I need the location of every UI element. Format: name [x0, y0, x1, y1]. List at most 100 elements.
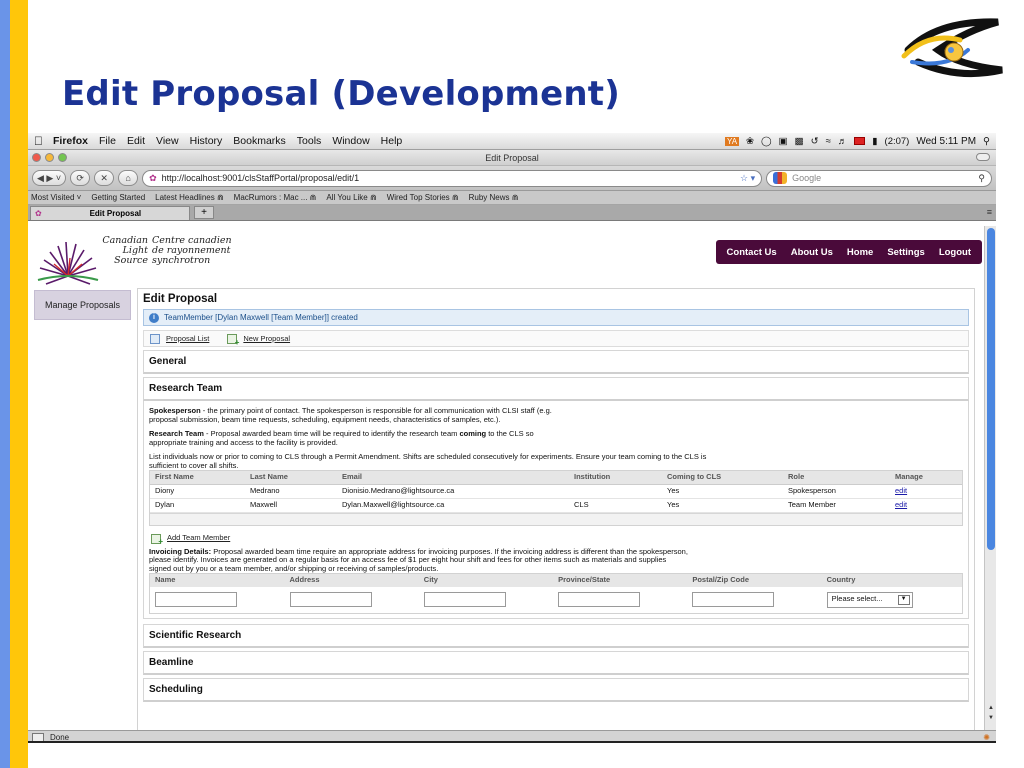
scroll-down-arrow[interactable]: ▼: [987, 714, 995, 722]
display-icon[interactable]: ▩: [795, 136, 804, 147]
section-beamline[interactable]: Beamline: [143, 650, 969, 675]
url-bar[interactable]: ✿ http://localhost:9001/clsStaffPortal/p…: [142, 169, 763, 187]
search-icon[interactable]: ⚲: [978, 173, 985, 184]
menu-bookmarks[interactable]: Bookmarks: [233, 135, 286, 147]
menu-history[interactable]: History: [190, 135, 223, 147]
city-cell: [419, 587, 553, 614]
bookmark-ruby-news[interactable]: Ruby News ⋒: [469, 193, 519, 202]
status-text: Done: [50, 732, 70, 742]
menu-tools[interactable]: Tools: [297, 135, 322, 147]
spokesperson-text: - the primary point of contact. The spok…: [149, 406, 552, 424]
col-email[interactable]: Email: [337, 471, 569, 485]
spotlight-icon[interactable]: ⚲: [983, 136, 990, 147]
reload-button[interactable]: ⟳: [70, 170, 91, 186]
cell-manage: edit: [890, 498, 962, 513]
nav-logout[interactable]: Logout: [939, 247, 971, 258]
scrollbar-thumb[interactable]: [987, 228, 995, 550]
edit-link[interactable]: edit: [895, 486, 907, 495]
city-input[interactable]: [423, 592, 506, 607]
clock[interactable]: Wed 5:11 PM: [916, 136, 976, 147]
bookmark-star-icon[interactable]: ☆ ▾: [740, 173, 755, 184]
section-scientific-research[interactable]: Scientific Research: [143, 623, 969, 648]
postal-code-input[interactable]: [692, 592, 775, 607]
name-input[interactable]: [155, 592, 237, 607]
country-cell: Please select... ▼: [822, 587, 963, 614]
panel-title: Edit Proposal: [143, 293, 218, 305]
new-tab-button[interactable]: +: [194, 206, 214, 219]
search-bar[interactable]: Google ⚲: [766, 169, 992, 187]
table-row: Dylan Maxwell Dylan.Maxwell@lightsource.…: [150, 498, 962, 513]
country-select[interactable]: Please select... ▼: [826, 591, 913, 608]
sidebar-item-manage-proposals[interactable]: Manage Proposals: [34, 290, 131, 320]
col-first-name[interactable]: First Name: [150, 471, 245, 485]
stop-button[interactable]: ✕: [94, 170, 115, 186]
section-general[interactable]: General: [143, 350, 969, 374]
chat-icon[interactable]: ◯: [761, 136, 772, 147]
home-button[interactable]: ⌂: [118, 170, 139, 186]
section-research-team[interactable]: Research Team: [143, 377, 969, 401]
nav-home[interactable]: Home: [847, 247, 873, 258]
invoicing-header: Name Address City Province/State Postal/…: [149, 573, 963, 587]
volume-icon[interactable]: ♬: [838, 136, 848, 147]
app-status-icon[interactable]: YA: [724, 136, 740, 146]
nav-contact-us[interactable]: Contact Us: [727, 247, 777, 258]
slide-title: Edit Proposal (Development): [62, 74, 620, 114]
flag-icon[interactable]: [854, 137, 866, 145]
section-scheduling[interactable]: Scheduling: [143, 677, 969, 702]
menu-view[interactable]: View: [156, 135, 179, 147]
addon-icon[interactable]: ✺: [983, 733, 990, 742]
apple-icon[interactable]: : [34, 134, 43, 148]
new-proposal-link[interactable]: New Proposal: [243, 334, 290, 343]
bookmark-most-visited[interactable]: Most Visited ˅: [31, 193, 81, 202]
nav-about-us[interactable]: About Us: [791, 247, 833, 258]
battery-icon[interactable]: ▮: [872, 136, 877, 147]
vertical-scrollbar[interactable]: ▲ ▼: [984, 226, 996, 730]
menu-firefox[interactable]: Firefox: [53, 135, 88, 147]
page-content: Canadian Light Source Centre canadien de…: [28, 226, 996, 730]
col-institution[interactable]: Institution: [569, 471, 662, 485]
col-coming-to-cls[interactable]: Coming to CLS: [662, 471, 783, 485]
chevron-down-icon: ▼: [897, 594, 910, 605]
wifi-icon[interactable]: ≈: [826, 136, 831, 147]
col-role[interactable]: Role: [783, 471, 890, 485]
list-icon: [150, 333, 160, 344]
col-manage[interactable]: Manage: [890, 471, 962, 485]
menu-window[interactable]: Window: [332, 135, 369, 147]
nav-settings[interactable]: Settings: [887, 247, 924, 258]
back-forward-buttons[interactable]: ◀ ▶ ˅: [32, 170, 67, 186]
col-city: City: [418, 573, 554, 587]
info-icon: i: [149, 312, 159, 323]
bookmark-getting-started[interactable]: Getting Started: [91, 193, 145, 202]
scroll-up-arrow[interactable]: ▲: [987, 704, 995, 712]
edit-proposal-panel: Edit Proposal i TeamMember [Dylan Maxwel…: [137, 288, 975, 730]
cell-manage: edit: [890, 484, 962, 499]
add-member-icon: [151, 533, 163, 547]
spokesperson-paragraph: Spokesperson - the primary point of cont…: [149, 406, 569, 424]
add-team-member-link[interactable]: Add Team Member: [167, 534, 230, 543]
time-machine-icon[interactable]: ↺: [811, 136, 819, 147]
proposal-list-link[interactable]: Proposal List: [166, 334, 209, 343]
tab-edit-proposal[interactable]: ✿ Edit Proposal: [30, 206, 190, 220]
bookmark-macrumors[interactable]: MacRumors : Mac ... ⋒: [234, 193, 317, 202]
menu-edit[interactable]: Edit: [127, 135, 145, 147]
province-input[interactable]: [558, 592, 641, 607]
list-individuals-paragraph: List individuals now or prior to coming …: [149, 452, 707, 470]
menu-file[interactable]: File: [99, 135, 116, 147]
bookmark-latest-headlines[interactable]: Latest Headlines ⋒: [155, 193, 224, 202]
cls-logo: [901, 18, 1003, 78]
google-icon[interactable]: [773, 172, 788, 184]
toolbar-toggle-button[interactable]: [976, 153, 990, 161]
tab-list-icon[interactable]: ≡: [987, 207, 992, 217]
menubar-status-area: YA ❀ ◯ ▣ ▩ ↺ ≈ ♬ ▮ (2:07) Wed 5:11 PM ⚲: [724, 136, 990, 147]
address-input[interactable]: [289, 592, 372, 607]
cell-last-name: Maxwell: [245, 498, 337, 513]
postal-cell: [687, 587, 821, 614]
bookmark-wired[interactable]: Wired Top Stories ⋒: [387, 193, 459, 202]
tab-strip: ✿ Edit Proposal + ≡: [28, 205, 996, 221]
paw-icon[interactable]: ❀: [746, 136, 754, 147]
square-icon[interactable]: ▣: [779, 136, 788, 147]
bookmark-all-you-like[interactable]: All You Like ⋒: [326, 193, 376, 202]
edit-link[interactable]: edit: [895, 500, 907, 509]
menu-help[interactable]: Help: [381, 135, 403, 147]
col-last-name[interactable]: Last Name: [245, 471, 337, 485]
